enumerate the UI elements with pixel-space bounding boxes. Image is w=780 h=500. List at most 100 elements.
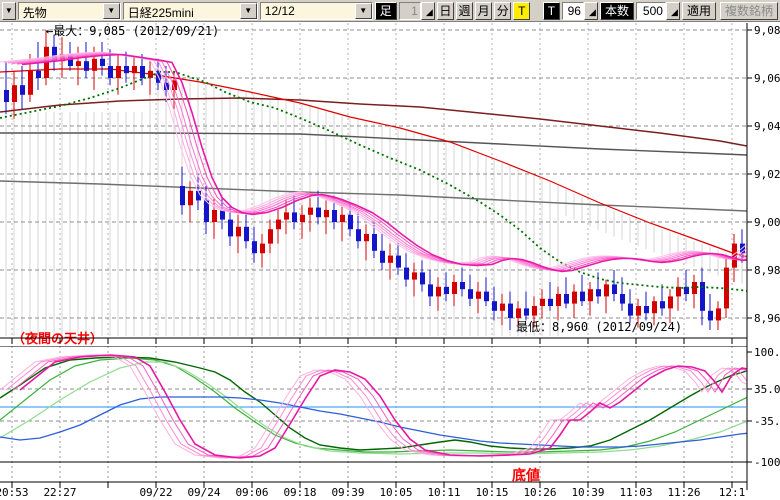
oscillator-axis-label: -100.00 <box>754 456 780 469</box>
time-axis-label: 22:27 <box>43 486 76 499</box>
interval-value: 1 <box>399 2 421 20</box>
candle <box>220 210 225 220</box>
min-annotation: 最低：8,960 (2012/09/24) <box>516 320 682 334</box>
candle <box>652 301 657 313</box>
candle <box>124 66 129 73</box>
candle <box>484 292 489 302</box>
magenta-ribbon-line <box>12 54 759 271</box>
contract-value: 12/12 <box>261 3 355 19</box>
spinner-corner-icon[interactable]: ◢ <box>666 2 680 20</box>
candle <box>244 227 249 241</box>
candle <box>404 268 409 280</box>
green-oscillator-line <box>0 358 775 452</box>
bar-count-label: 本数 <box>600 2 634 20</box>
candle <box>348 215 353 229</box>
time-axis-label: 12:1 <box>719 486 746 499</box>
candle <box>100 59 105 66</box>
price-axis-label: 9,085 <box>754 24 780 37</box>
time-axis-label: 20:53 <box>0 486 29 499</box>
t-mode-button[interactable]: T <box>543 2 560 20</box>
contract-combo[interactable]: 12/12 ▼ <box>260 2 373 20</box>
candle <box>628 304 633 316</box>
candle <box>188 191 193 205</box>
candle <box>660 301 665 308</box>
time-axis-label: 10:05 <box>379 486 412 499</box>
candle <box>532 306 537 316</box>
main-pane <box>0 23 769 338</box>
chart-canvas: ←最大：9,085 (2012/09/21)最低：8,960 (2012/09/… <box>0 0 780 500</box>
candle <box>452 282 457 294</box>
tick-count-spinner[interactable]: 96 ◢ <box>562 2 598 20</box>
candle <box>500 304 505 311</box>
candle <box>340 215 345 222</box>
chevron-down-icon[interactable]: ▼ <box>355 3 372 19</box>
candle <box>516 308 521 318</box>
apply-button[interactable]: 適用 <box>682 2 716 20</box>
candle <box>644 306 649 313</box>
candle <box>228 220 233 237</box>
candle <box>612 284 617 294</box>
blue-oscillator-line <box>0 397 775 447</box>
price-axis-label: 8,985 <box>754 264 780 277</box>
candle <box>356 229 361 241</box>
candle <box>300 215 305 222</box>
candle <box>4 90 9 102</box>
time-axis-label: 10:26 <box>523 486 556 499</box>
bar-count-spinner[interactable]: 500 ◢ <box>636 2 680 20</box>
candle <box>468 289 473 299</box>
period-minute-button[interactable]: 分 <box>494 2 511 20</box>
candle <box>428 284 433 296</box>
partial-combo-arrow[interactable]: ▼ <box>2 2 16 20</box>
spinner-corner-icon[interactable]: ◢ <box>584 2 598 20</box>
ashi-button[interactable]: 足 <box>375 2 397 20</box>
period-month-button[interactable]: 月 <box>475 2 492 20</box>
period-tick-button[interactable]: T <box>513 2 530 20</box>
candle <box>444 287 449 294</box>
candle <box>388 256 393 263</box>
oscillator-axis-label: -35.00 <box>754 415 780 428</box>
chevron-down-icon[interactable]: ▼ <box>240 3 257 19</box>
candle <box>92 59 97 71</box>
time-axis-label: 10:11 <box>427 486 460 499</box>
price-axis-label: 9,005 <box>754 216 780 229</box>
candle <box>252 241 257 253</box>
instrument-combo[interactable]: 日経225mini ▼ <box>123 2 258 20</box>
time-axis-label: 11:03 <box>619 486 652 499</box>
candle <box>460 282 465 289</box>
spinner-corner-icon[interactable]: ◢ <box>421 2 435 20</box>
candle <box>12 85 17 102</box>
candle <box>556 294 561 306</box>
time-axis-label: 09:06 <box>235 486 268 499</box>
magenta-ribbon-line <box>4 53 751 270</box>
candle <box>436 287 441 297</box>
chevron-down-icon[interactable]: ▼ <box>103 3 120 19</box>
multi-symbol-button[interactable]: 複数銘柄 <box>720 2 778 20</box>
toolbar: ▼ 先物 ▼ 日経225mini ▼ 12/12 ▼ 足 1 ◢ 日 週 月 分… <box>0 0 780 22</box>
candle <box>580 292 585 302</box>
time-axis-label: 09:39 <box>331 486 364 499</box>
candle <box>76 61 81 66</box>
time-axis-label: 09/24 <box>187 486 220 499</box>
cloud-hatch <box>6 75 742 336</box>
bottom-price-annotation: 底値 <box>512 467 540 483</box>
period-week-button[interactable]: 週 <box>456 2 473 20</box>
candle <box>284 212 289 219</box>
candle <box>596 289 601 296</box>
instrument-type-combo[interactable]: 先物 ▼ <box>18 2 121 20</box>
candle <box>332 210 337 222</box>
candle <box>316 208 321 218</box>
time-axis-label: 11:26 <box>667 486 700 499</box>
candle <box>420 272 425 284</box>
price-axis-label: 9,025 <box>754 168 780 181</box>
price-axis-label: 9,045 <box>754 120 780 133</box>
interval-spinner[interactable]: 1 ◢ <box>399 2 435 20</box>
candle <box>292 212 297 222</box>
period-day-button[interactable]: 日 <box>437 2 454 20</box>
oscillator-axis-label: 100.00 <box>754 346 780 359</box>
tick-count-value: 96 <box>562 2 584 20</box>
candle <box>28 71 33 95</box>
candle <box>372 234 377 251</box>
candle <box>268 229 273 243</box>
candle <box>148 71 153 78</box>
time-axis-label: 09:18 <box>283 486 316 499</box>
